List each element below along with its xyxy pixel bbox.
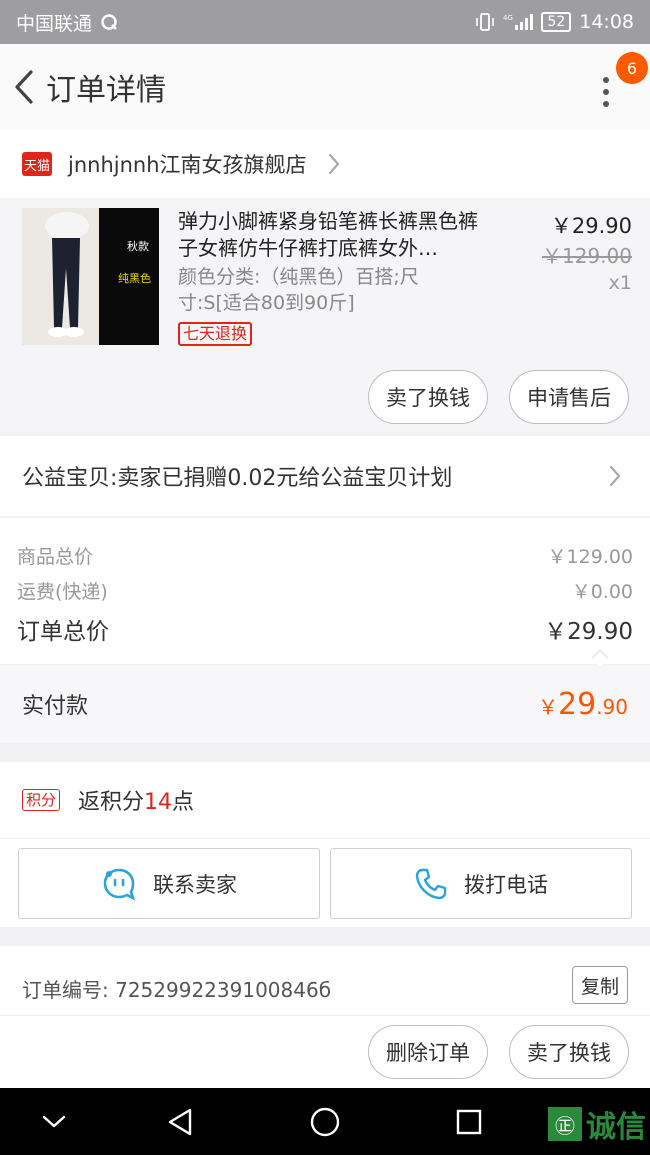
charity-row[interactable]: 公益宝贝:卖家已捐赠0.02元给公益宝贝计划 [0, 436, 650, 516]
square-recents-icon [456, 1109, 482, 1135]
shipping-value: ￥0.00 [571, 581, 633, 603]
signal-icon: 4G [503, 13, 534, 31]
watermark-logo: ㊣ [548, 1107, 582, 1141]
back-button[interactable] [2, 44, 46, 130]
product-spec: 颜色分类:（纯黑色）百搭;尺寸:S[适合80到90斤] [178, 266, 419, 314]
image-tag-season: 秋款 [127, 240, 149, 253]
svg-text:4G: 4G [503, 14, 513, 22]
product-item[interactable]: 秋款 纯黑色 弹力小脚裤紧身铅笔裤长裤黑色裤子女裤仿牛仔裤打底裤女外… 颜色分类… [0, 198, 650, 432]
product-title: 弹力小脚裤紧身铅笔裤长裤黑色裤子女裤仿牛仔裤打底裤女外… [178, 209, 478, 260]
watermark-text: 诚信 [586, 1110, 646, 1145]
order-total-label: 订单总价 [17, 619, 109, 645]
delete-order-button[interactable]: 删除订单 [368, 1025, 488, 1079]
price-summary: 商品总价 ￥129.00 运费(快递) ￥0.00 订单总价 ￥29.90 [0, 518, 650, 667]
clock: 14:08 [579, 11, 634, 33]
points-tag: 积分 [22, 789, 61, 811]
resell-bottom-button[interactable]: 卖了换钱 [509, 1025, 629, 1079]
status-right: 4G 52 14:08 [475, 11, 634, 33]
items-total-row: 商品总价 ￥129.00 [17, 542, 633, 569]
chevron-right-icon [609, 465, 621, 487]
triangle-back-icon [168, 1108, 192, 1136]
more-vertical-icon [603, 77, 609, 107]
contact-seller-label: 联系卖家 [153, 872, 237, 897]
order-total-row: 订单总价 ￥29.90 [17, 612, 633, 646]
return-policy-tag: 七天退换 [178, 322, 253, 346]
image-tag-color: 纯黑色 [118, 272, 151, 285]
chat-bubble-icon [103, 868, 136, 901]
status-left: 中国联通 [16, 9, 118, 36]
order-number: 订单编号: 7252992239100846б [22, 978, 332, 1002]
pointer-notch [591, 649, 609, 667]
chevron-right-icon [328, 153, 339, 175]
shipping-row: 运费(快递) ￥0.00 [17, 577, 633, 604]
contact-seller-button[interactable]: 联系卖家 [18, 848, 320, 919]
after-sales-button[interactable]: 申请售后 [509, 370, 629, 424]
tmall-logo: 天猫 [22, 152, 52, 176]
status-bar: 中国联通 4G 52 14:08 [0, 0, 650, 44]
shop-row[interactable]: 天猫 jnnhjnnh江南女孩旗舰店 [0, 130, 650, 198]
battery-icon: 52 [541, 12, 572, 32]
circle-home-icon [310, 1107, 340, 1137]
product-image[interactable]: 秋款 纯黑色 [22, 208, 159, 345]
phone-icon [415, 868, 447, 899]
header: 订单详情 6 [0, 44, 650, 130]
carrier-label: 中国联通 [16, 12, 93, 35]
call-phone-button[interactable]: 拨打电话 [330, 848, 632, 919]
nav-collapse-button[interactable] [34, 1102, 74, 1142]
order-info: 订单编号: 7252992239100846б 复制 [0, 946, 650, 1026]
system-nav-bar: ㊣ 诚信 [0, 1088, 650, 1155]
contact-section: 联系卖家 拨打电话 [0, 839, 650, 927]
items-total-value: ￥129.00 [547, 546, 633, 568]
shipping-label: 运费(快递) [17, 581, 108, 603]
points-row: 积分 返积分14点 [0, 762, 650, 838]
nav-recents-button[interactable] [449, 1102, 489, 1142]
q-icon [100, 13, 118, 31]
chevron-down-icon [42, 1115, 66, 1128]
actual-paid-row: 实付款 ￥29.90 [0, 665, 650, 743]
notification-badge: 6 [616, 52, 648, 84]
charity-text: 公益宝贝:卖家已捐赠0.02元给公益宝贝计划 [22, 466, 453, 491]
chevron-left-icon [15, 70, 33, 104]
call-phone-label: 拨打电话 [464, 872, 548, 897]
product-quantity: x1 [608, 272, 632, 294]
vibrate-icon [475, 13, 495, 31]
points-text: 返积分14点 [78, 790, 195, 815]
page-title: 订单详情 [46, 73, 166, 108]
watermark: ㊣ 诚信 [548, 1102, 646, 1146]
resell-button[interactable]: 卖了换钱 [368, 370, 488, 424]
nav-back-button[interactable] [160, 1102, 200, 1142]
product-price: ￥29.90 [550, 214, 632, 238]
items-total-label: 商品总价 [17, 546, 94, 568]
actual-paid-amount: ￥29.90 [538, 686, 628, 722]
shop-name: jnnhjnnh江南女孩旗舰店 [68, 153, 307, 177]
copy-button[interactable]: 复制 [572, 966, 628, 1004]
nav-home-button[interactable] [305, 1102, 345, 1142]
order-total-value: ￥29.90 [544, 619, 633, 645]
product-original-price: ￥129.00 [542, 244, 632, 268]
bottom-action-bar: 删除订单 卖了换钱 [0, 1015, 650, 1088]
actual-paid-label: 实付款 [22, 694, 89, 719]
